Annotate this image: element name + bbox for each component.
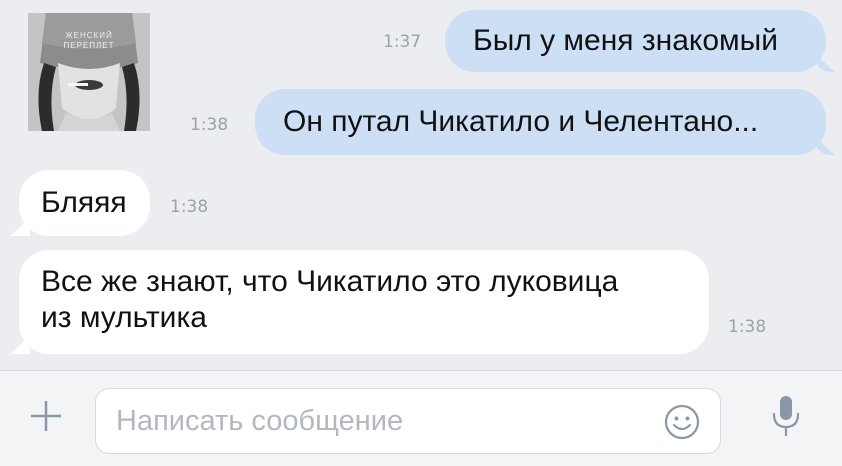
message-time: 1:38 [190,115,229,135]
message-time: 1:37 [383,32,422,52]
message-input[interactable]: Написать сообщение [95,388,721,454]
message-bubble-incoming[interactable]: Все же знают, что Чикатило это луковица … [10,250,709,354]
chat-area[interactable]: ЖЕНСКИЙ ПЕРЕПЛЕТ 1:37 Был у меня знакомы… [0,0,842,370]
avatar-caption: ЖЕНСКИЙ ПЕРЕПЛЕТ [63,31,115,50]
message-bubble-outgoing[interactable]: Он путал Чикатило и Челентано... [255,89,835,155]
message-text-line: из мультика [41,301,207,334]
message-input-placeholder: Написать сообщение [116,405,404,437]
microphone-icon[interactable] [768,393,804,441]
message-bubble-incoming[interactable]: Бляяя [10,170,150,236]
avatar[interactable]: ЖЕНСКИЙ ПЕРЕПЛЕТ [28,13,150,131]
message-text-line: Все же знают, что Чикатило это луковица [41,265,619,298]
message-time: 1:38 [728,317,767,337]
bubble-tail [815,137,835,155]
message-bubble-outgoing[interactable]: Был у меня знакомый [445,10,835,72]
bubble-tail [10,218,30,236]
bubble-tail [10,336,30,354]
smiley-icon[interactable] [664,404,700,440]
message-composer: Написать сообщение [0,370,842,466]
message-text: Был у меня знакомый [473,24,778,57]
message-text: Бляяя [41,186,127,219]
plus-icon[interactable] [29,399,63,433]
message-time: 1:38 [170,197,209,217]
bubble-tail [815,54,835,72]
message-text: Он путал Чикатило и Челентано... [283,105,759,138]
